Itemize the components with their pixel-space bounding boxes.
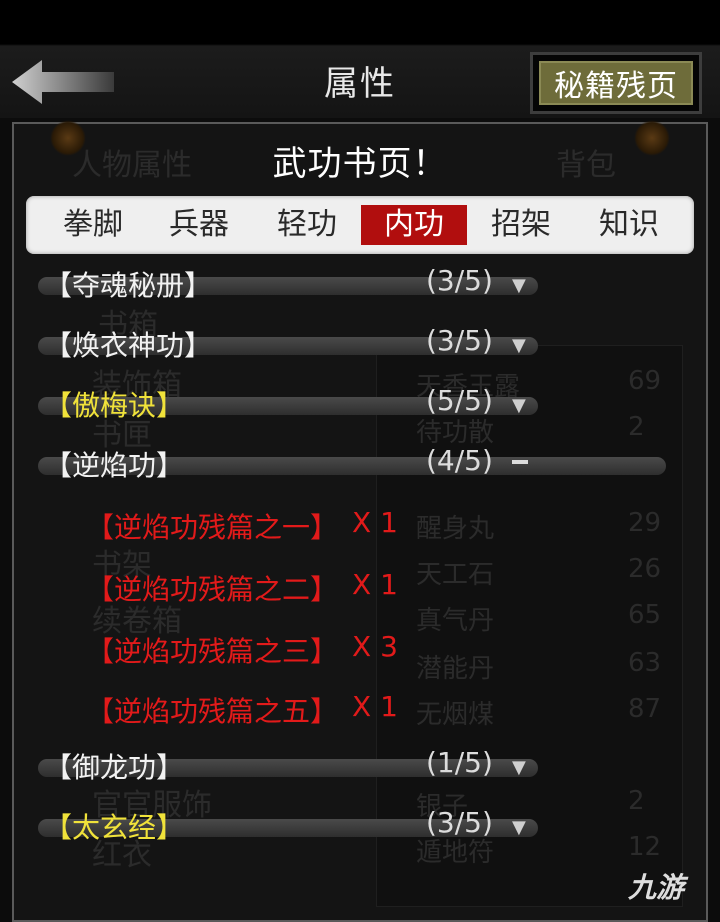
watermark-text: 九游 [628,871,685,904]
fragment-item: 【逆焰功残篇之三】 X 3 [86,626,416,670]
tab-knowledge[interactable]: 知识 [586,205,672,245]
tab-fist[interactable]: 拳脚 [50,205,136,245]
expand-icon[interactable]: ▼ [512,335,526,356]
book-progress: (5/5) [426,384,493,417]
book-row[interactable]: 【夺魂秘册】 (3/5) ▼ [0,260,720,310]
fragment-item: 【逆焰功残篇之五】 X 1 [86,686,416,730]
fragment-name: 【逆焰功残篇之三】 [86,635,339,668]
expand-icon[interactable]: ▼ [512,395,526,416]
tab-weapon[interactable]: 兵器 [156,205,242,245]
tab-lightness[interactable]: 轻功 [264,205,350,245]
expand-icon[interactable]: ▼ [512,275,526,296]
fragment-item: 【逆焰功残篇之二】 X 1 [86,564,416,608]
watermark-logo: 九游 [628,866,684,906]
fragment-quantity: X 1 [352,568,398,601]
book-progress: (4/5) [426,444,493,477]
book-progress: (1/5) [426,746,493,779]
secret-pages-button[interactable]: 秘籍残页 [530,52,702,114]
tab-inner[interactable]: 内功 [361,205,467,245]
bg-right-item: 天工石 [416,560,495,590]
fragment-name: 【逆焰功残篇之一】 [86,511,339,544]
secret-pages-label: 秘籍残页 [539,61,693,105]
fragment-quantity: X 3 [352,630,398,663]
book-row[interactable]: 【傲梅诀】 (5/5) ▼ [0,380,720,430]
fragment-quantity: X 1 [352,690,398,723]
book-name: 【傲梅诀】 [44,389,185,422]
tab-parry[interactable]: 招架 [478,205,564,245]
fragment-item: 【逆焰功残篇之一】 X 1 [86,502,416,546]
expand-icon[interactable]: ▼ [512,757,526,778]
expand-icon[interactable]: ▼ [512,817,526,838]
fragment-quantity: X 1 [352,506,398,539]
book-row[interactable]: 【焕衣神功】 (3/5) ▼ [0,320,720,370]
book-progress: (3/5) [426,806,493,839]
dialog-title: 武功书页！ [272,144,448,184]
book-name: 【焕衣神功】 [44,329,213,362]
bg-right-item: 无烟煤 [416,700,495,730]
book-row[interactable]: 【御龙功】 (1/5) ▼ [0,742,720,792]
bg-right-item: 潜能丹 [416,654,495,684]
book-name: 【御龙功】 [44,751,185,784]
fragment-name: 【逆焰功残篇之二】 [86,573,339,606]
collapse-icon[interactable] [512,460,528,464]
bg-right-item: 真气丹 [416,606,495,636]
bg-right-count: 63 [628,648,662,678]
skill-category-tabs: 拳脚 兵器 轻功 内功 招架 知识 [26,196,694,254]
bg-right-count: 26 [628,554,662,584]
book-progress: (3/5) [426,264,493,297]
book-progress: (3/5) [426,324,493,357]
bg-right-count: 65 [628,600,662,630]
book-row-expanded[interactable]: 【逆焰功】 (4/5) [0,440,720,490]
bg-right-item: 醒身丸 [416,514,495,544]
bg-right-count: 29 [628,508,662,538]
book-name: 【太玄经】 [44,811,185,844]
bg-right-count: 87 [628,694,662,724]
book-row[interactable]: 【太玄经】 (3/5) ▼ [0,802,720,852]
fragment-name: 【逆焰功残篇之五】 [86,695,339,728]
book-name: 【逆焰功】 [44,449,185,482]
book-name: 【夺魂秘册】 [44,269,213,302]
